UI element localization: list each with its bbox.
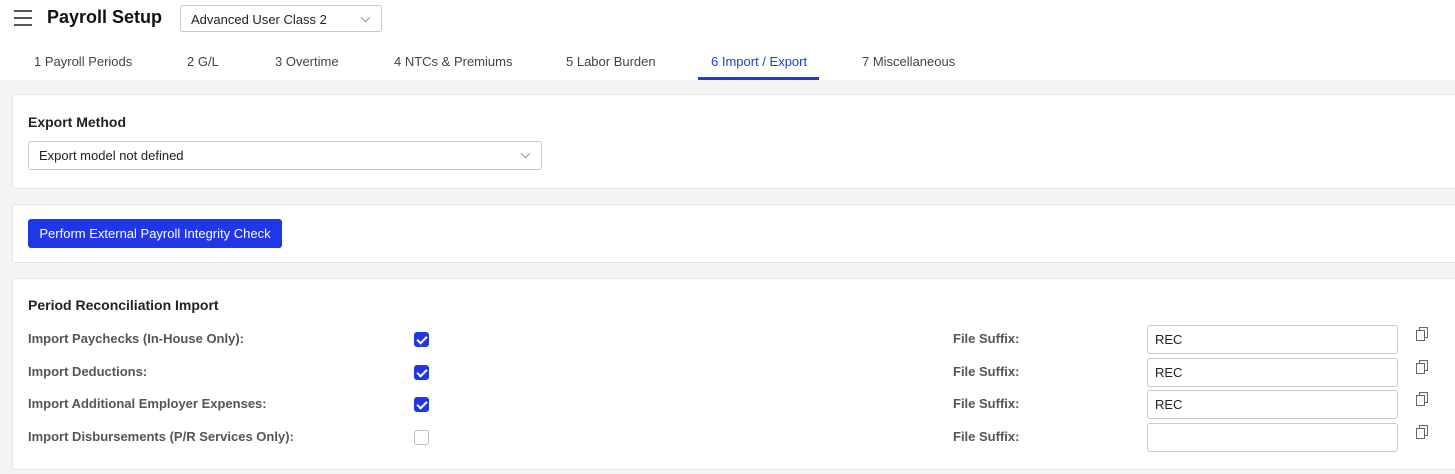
import-paychecks-checkbox[interactable] xyxy=(414,332,429,347)
import-disbursements-label: Import Disbursements (P/R Services Only)… xyxy=(28,429,294,444)
user-class-select[interactable]: Advanced User Class 2 xyxy=(180,5,382,32)
active-tab-indicator xyxy=(698,77,819,80)
hamburger-menu-icon[interactable] xyxy=(14,10,32,26)
page-title: Payroll Setup xyxy=(47,7,163,27)
file-suffix-label: File Suffix: xyxy=(953,396,1020,411)
tab-ntcs-premiums[interactable]: 4 NTCs & Premiums xyxy=(394,54,512,80)
tab-payroll-periods[interactable]: 1 Payroll Periods xyxy=(34,54,132,80)
import-employer-expenses-label: Import Additional Employer Expenses: xyxy=(28,396,267,411)
tab-overtime[interactable]: 3 Overtime xyxy=(275,54,339,80)
reconciliation-card: Period Reconciliation Import Import Payc… xyxy=(12,278,1455,470)
user-class-value: Advanced User Class 2 xyxy=(191,12,327,27)
chevron-down-icon xyxy=(360,12,371,23)
file-suffix-label: File Suffix: xyxy=(953,364,1020,379)
copy-icon[interactable] xyxy=(1416,360,1428,374)
import-employer-expenses-checkbox[interactable] xyxy=(414,397,429,412)
top-bar: Payroll Setup Advanced User Class 2 1 Pa… xyxy=(0,0,1455,80)
import-paychecks-label: Import Paychecks (In-House Only): xyxy=(28,331,244,346)
file-suffix-label: File Suffix: xyxy=(953,331,1020,346)
deductions-suffix-input[interactable] xyxy=(1147,358,1398,387)
tab-gl[interactable]: 2 G/L xyxy=(187,54,219,80)
copy-icon[interactable] xyxy=(1416,392,1428,406)
import-deductions-checkbox[interactable] xyxy=(414,365,429,380)
employer-expenses-suffix-input[interactable] xyxy=(1147,390,1398,419)
file-suffix-label: File Suffix: xyxy=(953,429,1020,444)
disbursements-suffix-input[interactable] xyxy=(1147,423,1398,452)
integrity-check-card: Perform External Payroll Integrity Check xyxy=(12,204,1455,263)
import-deductions-label: Import Deductions: xyxy=(28,364,148,379)
copy-icon[interactable] xyxy=(1416,425,1428,439)
tab-miscellaneous[interactable]: 7 Miscellaneous xyxy=(862,54,955,80)
chevron-down-icon xyxy=(520,148,531,159)
export-method-value: Export model not defined xyxy=(39,148,184,163)
reconciliation-title: Period Reconciliation Import xyxy=(28,297,219,313)
export-method-card: Export Method Export model not defined xyxy=(12,94,1455,189)
copy-icon[interactable] xyxy=(1416,327,1428,341)
paychecks-suffix-input[interactable] xyxy=(1147,325,1398,354)
import-disbursements-checkbox[interactable] xyxy=(414,430,429,445)
export-method-select[interactable]: Export model not defined xyxy=(28,141,542,170)
tab-labor-burden[interactable]: 5 Labor Burden xyxy=(566,54,656,80)
export-method-title: Export Method xyxy=(28,114,126,130)
integrity-check-button[interactable]: Perform External Payroll Integrity Check xyxy=(28,219,282,248)
